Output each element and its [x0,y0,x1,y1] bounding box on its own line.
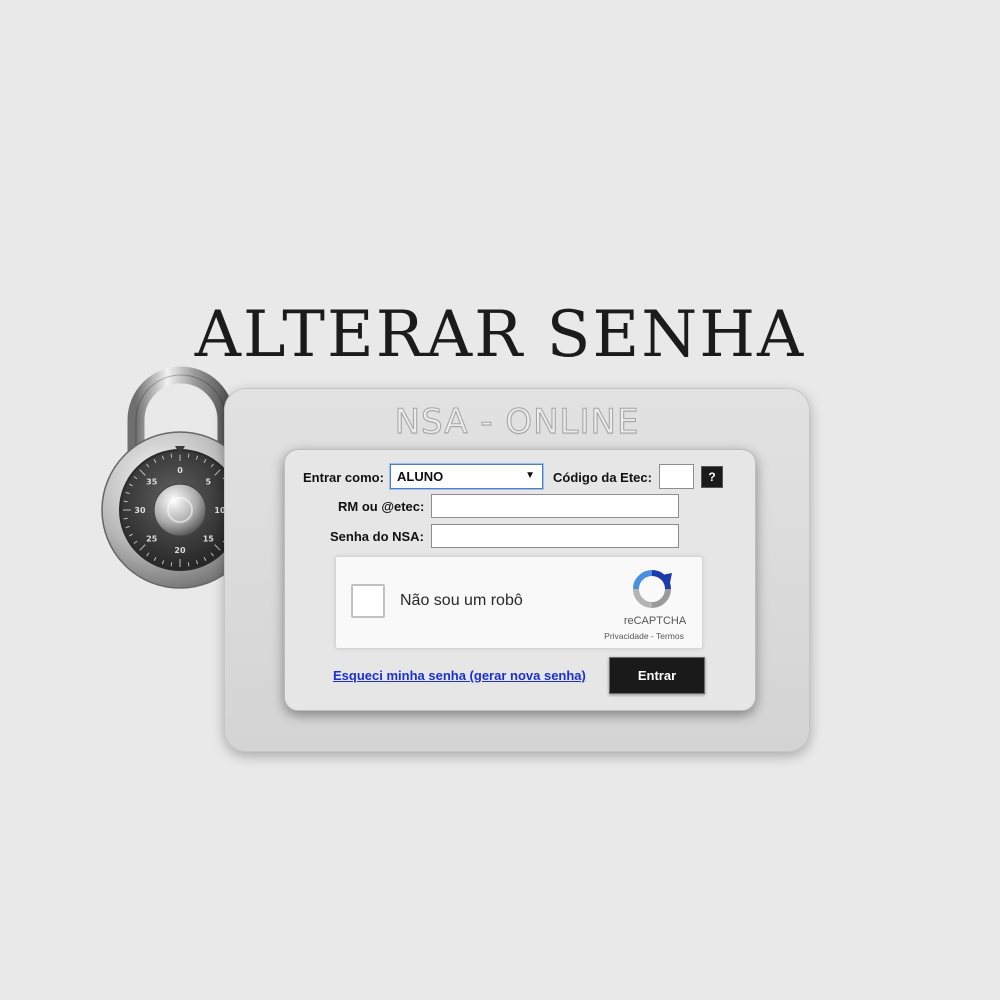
dial-number: 20 [174,546,186,555]
recaptcha-logo-icon [633,570,672,608]
recaptcha-brand: reCAPTCHA [623,615,687,627]
rm-label: RM ou @etec: [338,499,425,514]
role-select-value: ALUNO [397,469,444,484]
role-label: Entrar como: [303,470,384,485]
dial-number: 0 [177,466,183,475]
dial-tick [123,500,128,503]
forgot-password-link[interactable]: Esqueci minha senha (gerar nova senha) [333,668,586,683]
dial-number: 5 [205,478,211,487]
dial-tick [170,562,173,567]
dial-tick [187,562,190,567]
recaptcha-links[interactable]: Privacidade - Termos [594,631,694,641]
password-label: Senha do NSA: [330,529,424,544]
help-button[interactable]: ? [701,466,723,488]
dial-tick [170,453,173,458]
chevron-down-icon: ▼ [525,470,535,481]
submit-button[interactable]: Entrar [609,657,705,694]
etec-code-input[interactable] [659,464,694,489]
dial-number: 30 [134,506,146,515]
dial-tick [187,453,190,458]
dial-tick [123,517,128,520]
recaptcha-widget: Não sou um robô reCAPTCHA Privacidade - … [335,556,703,649]
rm-input[interactable] [431,494,679,518]
dial-number: 15 [203,534,215,543]
dial-number: 35 [146,478,158,487]
recaptcha-label: Não sou um robô [400,592,523,609]
password-input[interactable] [431,524,679,548]
etec-code-label: Código da Etec: [553,470,652,485]
dial-number: 25 [146,534,158,543]
brand-title: NSA - ONLINE [394,402,640,443]
role-select[interactable]: ALUNO ▼ [390,464,543,489]
recaptcha-checkbox[interactable] [351,584,385,618]
